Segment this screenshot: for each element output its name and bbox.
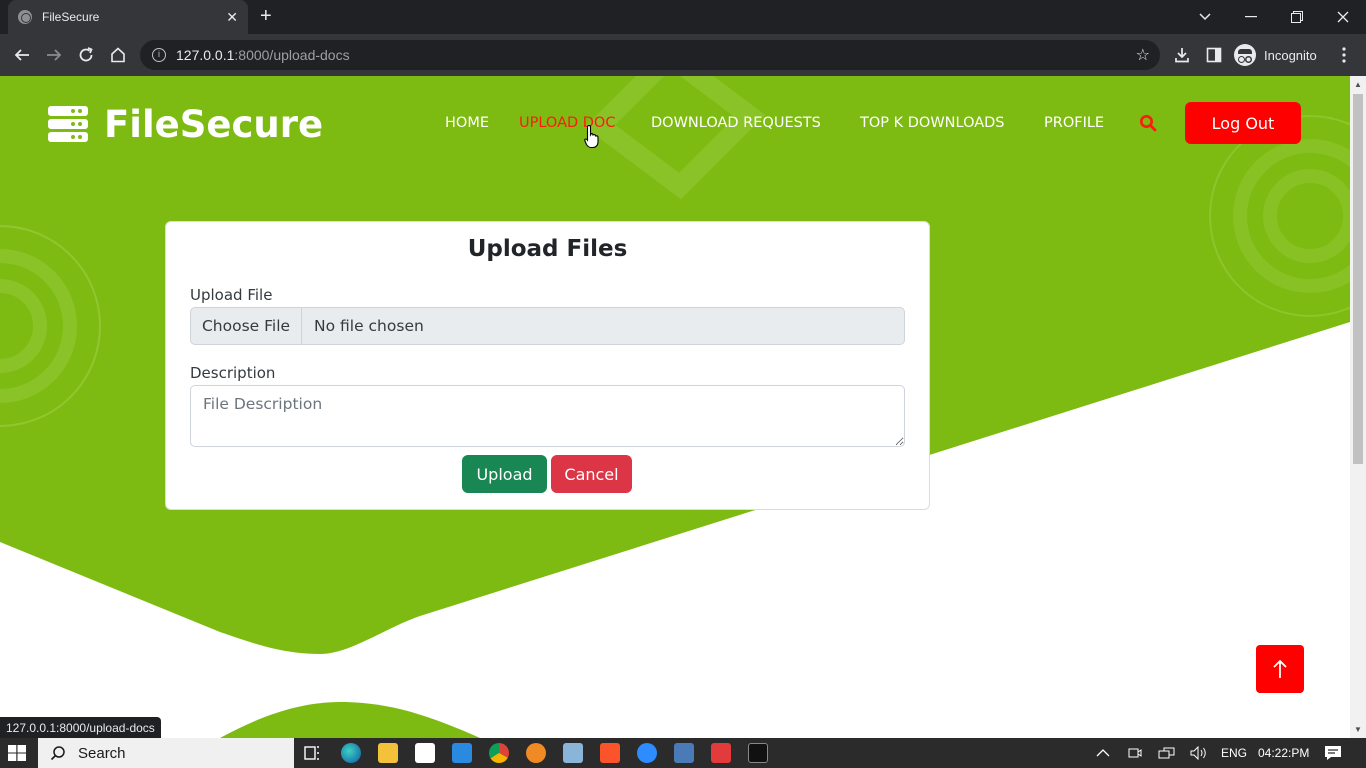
upload-button[interactable]: Upload xyxy=(462,455,547,493)
home-icon[interactable] xyxy=(106,43,130,67)
site-info-icon[interactable]: i xyxy=(152,48,166,62)
close-tab-icon[interactable]: ✕ xyxy=(226,9,238,26)
show-hidden-icons-icon[interactable] xyxy=(1096,738,1110,768)
network-icon[interactable] xyxy=(1158,738,1176,768)
incognito-indicator[interactable]: Incognito xyxy=(1234,42,1317,68)
zoom-app-icon[interactable] xyxy=(637,743,657,763)
app-icon-monitor[interactable] xyxy=(674,743,694,763)
app-icon-red[interactable] xyxy=(711,743,731,763)
forward-icon[interactable] xyxy=(42,43,66,67)
task-view-icon[interactable] xyxy=(302,743,322,763)
nav-top-k-downloads[interactable]: TOP K DOWNLOADS xyxy=(860,112,1005,134)
description-label: Description xyxy=(190,364,276,382)
chrome-icon[interactable] xyxy=(489,743,509,763)
tab-search-chevron-icon[interactable] xyxy=(1182,0,1228,34)
nav-upload-doc[interactable]: UPLOAD DOC xyxy=(519,112,615,134)
url-host: 127.0.0.1 xyxy=(176,47,235,63)
brand-name: FileSecure xyxy=(104,102,324,146)
notifications-icon[interactable] xyxy=(1324,738,1342,768)
logout-button[interactable]: Log Out xyxy=(1185,102,1301,144)
taskbar-search-placeholder: Search xyxy=(78,744,126,762)
incognito-icon xyxy=(1234,44,1256,66)
arrow-up-icon xyxy=(1273,659,1287,678)
back-to-top-button[interactable] xyxy=(1256,645,1304,693)
magnifier-icon xyxy=(50,746,65,761)
nav-download-requests[interactable]: DOWNLOAD REQUESTS xyxy=(651,112,821,134)
tab-title: FileSecure xyxy=(42,10,100,24)
volume-icon[interactable] xyxy=(1190,738,1208,768)
close-window-icon[interactable] xyxy=(1320,0,1366,34)
globe-icon xyxy=(18,10,32,24)
app-icon-blue[interactable] xyxy=(563,743,583,763)
restore-icon[interactable] xyxy=(1274,0,1320,34)
file-explorer-icon[interactable] xyxy=(378,743,398,763)
side-panel-icon[interactable] xyxy=(1202,43,1226,67)
app-icon-red-grid[interactable] xyxy=(415,743,435,763)
brave-browser-icon[interactable] xyxy=(600,743,620,763)
language-indicator[interactable]: ENG xyxy=(1221,738,1247,768)
clock[interactable]: 04:22:PM xyxy=(1258,738,1309,768)
file-input[interactable]: Choose File No file chosen xyxy=(190,307,905,345)
server-stack-icon xyxy=(48,106,88,142)
upload-file-label: Upload File xyxy=(190,286,273,304)
form-title: Upload Files xyxy=(467,236,628,262)
link-status-bar: 127.0.0.1:8000/upload-docs xyxy=(0,717,161,738)
reload-icon[interactable] xyxy=(74,43,98,67)
address-bar[interactable]: i 127.0.0.1:8000/upload-docs ☆ xyxy=(140,40,1160,70)
back-icon[interactable] xyxy=(10,43,34,67)
browser-tab-bar: FileSecure ✕ + xyxy=(0,0,1366,34)
cancel-button[interactable]: Cancel xyxy=(551,455,632,493)
taskbar-search-box[interactable]: Search xyxy=(38,738,294,768)
hand-pointer-icon xyxy=(584,124,599,149)
terminal-icon[interactable] xyxy=(748,743,768,763)
vscode-icon[interactable] xyxy=(452,743,472,763)
site-logo[interactable]: FileSecure xyxy=(48,102,324,146)
upload-card xyxy=(165,221,930,510)
choose-file-button[interactable]: Choose File xyxy=(191,308,302,344)
scroll-down-arrow-icon[interactable]: ▼ xyxy=(1354,725,1362,734)
browser-tab[interactable]: FileSecure ✕ xyxy=(8,0,248,34)
menu-dots-icon[interactable] xyxy=(1332,43,1356,67)
windows-start-icon[interactable] xyxy=(8,745,26,761)
nav-profile[interactable]: PROFILE xyxy=(1044,112,1104,134)
download-icon[interactable] xyxy=(1170,43,1194,67)
bookmark-star-icon[interactable]: ☆ xyxy=(1136,45,1150,65)
search-app-icon[interactable] xyxy=(526,743,546,763)
meet-now-icon[interactable] xyxy=(1128,738,1142,768)
description-textarea[interactable] xyxy=(190,385,905,447)
incognito-label: Incognito xyxy=(1264,47,1317,63)
nav-home[interactable]: HOME xyxy=(445,112,489,134)
url-path: :8000/upload-docs xyxy=(234,47,350,63)
minimize-icon[interactable] xyxy=(1228,0,1274,34)
page-scrollbar[interactable]: ▲ ▼ xyxy=(1350,76,1366,738)
search-icon[interactable] xyxy=(1139,114,1157,132)
new-tab-icon[interactable]: + xyxy=(260,6,272,26)
scrollbar-thumb[interactable] xyxy=(1353,94,1363,464)
file-status-text: No file chosen xyxy=(314,317,424,335)
edge-browser-icon[interactable] xyxy=(341,743,361,763)
scroll-up-arrow-icon[interactable]: ▲ xyxy=(1354,80,1362,89)
